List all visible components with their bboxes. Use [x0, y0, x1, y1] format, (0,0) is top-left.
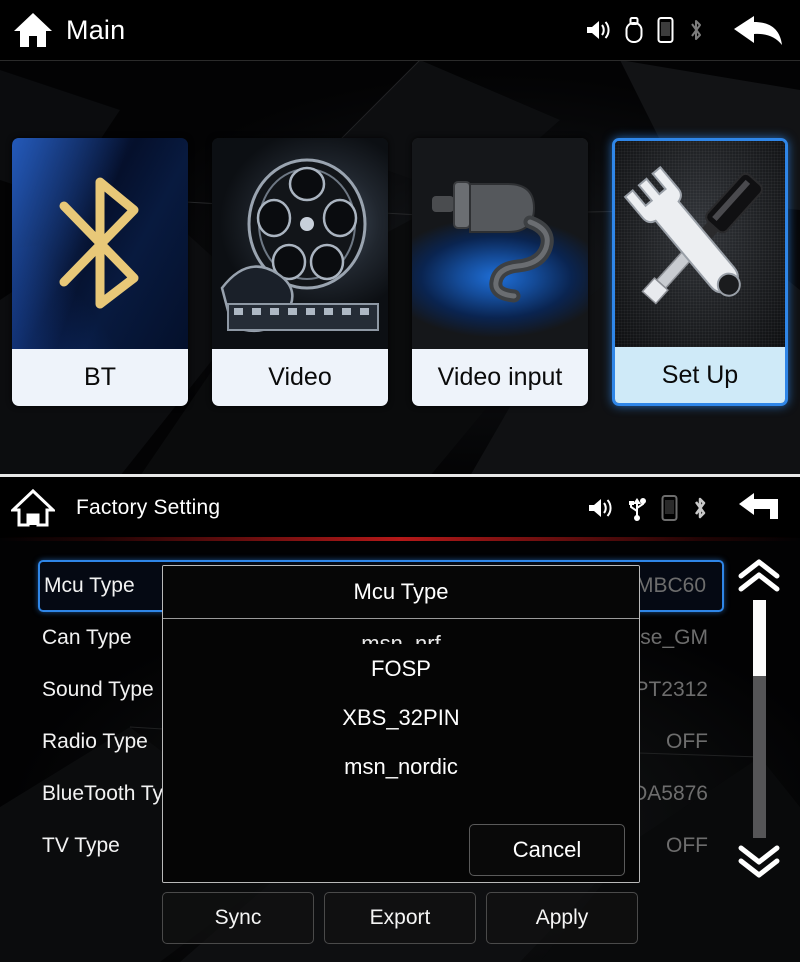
dialog-option-item[interactable]: msn_nrf: [163, 619, 639, 644]
settings-row-label: Mcu Type: [44, 574, 135, 597]
sync-button[interactable]: Sync: [162, 892, 314, 944]
export-button[interactable]: Export: [324, 892, 476, 944]
back-arrow-icon: [734, 16, 782, 45]
cancel-button[interactable]: Cancel: [469, 824, 625, 876]
factory-title-bar: Factory Setting: [0, 477, 800, 538]
back-button[interactable]: [732, 13, 784, 47]
tile-video-input[interactable]: Video input: [412, 138, 588, 406]
page-title: Main: [66, 14, 126, 45]
usb-icon[interactable]: [627, 495, 647, 521]
apply-button[interactable]: Apply: [486, 892, 638, 944]
chevron-up-icon: [738, 559, 780, 592]
mcu-type-dialog: Mcu Type msn_nrf FOSP XBS_32PIN msn_nord…: [162, 565, 640, 883]
tile-label-setup: Set Up: [615, 347, 785, 403]
dialog-option-label: msn_nrf: [361, 631, 441, 644]
bluetooth-logo-icon: [59, 177, 139, 309]
factory-status-icons: [587, 490, 800, 526]
settings-row-label: Radio Type: [42, 730, 148, 753]
speaker-icon[interactable]: [585, 18, 611, 42]
dialog-option-list[interactable]: msn_nrf FOSP XBS_32PIN msn_nordic: [163, 619, 639, 822]
bluetooth-icon[interactable]: [688, 17, 704, 43]
dialog-option-item[interactable]: FOSP: [163, 644, 639, 693]
main-panel: Main BT Video Video input Set Up: [0, 0, 800, 476]
bt-tile-art: [12, 138, 188, 350]
return-arrow-icon: [739, 492, 778, 519]
settings-row-value: OFF: [666, 834, 708, 857]
home-button[interactable]: [8, 7, 58, 53]
setup-tile-art: [615, 141, 785, 347]
scroll-down-button[interactable]: [736, 844, 782, 878]
tile-label-bt: BT: [12, 349, 188, 406]
dialog-option-item[interactable]: msn_nordic: [163, 742, 639, 791]
scrollbar-track[interactable]: [753, 600, 766, 838]
screwdriver-wrench-icon: [623, 165, 764, 305]
settings-row-value: IMBC60: [630, 574, 706, 597]
phone-icon[interactable]: [661, 494, 678, 521]
video-tile-art: [212, 138, 388, 350]
dialog-footer: Cancel: [163, 822, 639, 882]
settings-scrollbar[interactable]: [736, 558, 782, 878]
speaker-icon[interactable]: [587, 496, 613, 520]
scroll-up-button[interactable]: [736, 558, 782, 592]
main-status-icons: [585, 13, 800, 47]
usb-drive-icon[interactable]: [625, 17, 643, 43]
red-accent-line: [0, 537, 800, 541]
page-title-2: Factory Setting: [76, 495, 221, 519]
home-icon: [14, 13, 52, 47]
film-reel-icon: [220, 158, 379, 333]
settings-row-value: PT2312: [634, 678, 708, 701]
chevron-down-icon: [738, 845, 780, 878]
action-button-row: Sync Export Apply: [0, 892, 800, 944]
plug-cable-icon: [432, 181, 554, 303]
tile-setup[interactable]: Set Up: [612, 138, 788, 406]
back-button-2[interactable]: [736, 490, 784, 526]
main-title-bar: Main: [0, 0, 800, 61]
app-tile-grid: BT Video Video input Set Up: [0, 138, 800, 406]
settings-row-label: Can Type: [42, 626, 132, 649]
car-head-unit-screen: Main BT Video Video input Set Up Factory…: [0, 0, 800, 962]
dialog-option-item[interactable]: XBS_32PIN: [163, 693, 639, 742]
home-button-2[interactable]: [8, 485, 58, 531]
settings-row-label: TV Type: [42, 834, 120, 857]
home-icon: [11, 488, 55, 526]
dialog-title: Mcu Type: [163, 566, 639, 619]
settings-row-value: OFF: [666, 730, 708, 753]
tile-video[interactable]: Video: [212, 138, 388, 406]
settings-row-label: Sound Type: [42, 678, 154, 701]
video-input-tile-art: [412, 138, 588, 350]
tile-bt[interactable]: BT: [12, 138, 188, 406]
tile-label-video: Video: [212, 349, 388, 406]
tile-label-video-input: Video input: [412, 349, 588, 406]
scrollbar-thumb[interactable]: [753, 600, 766, 676]
bluetooth-icon[interactable]: [692, 495, 708, 521]
phone-icon[interactable]: [657, 17, 674, 43]
